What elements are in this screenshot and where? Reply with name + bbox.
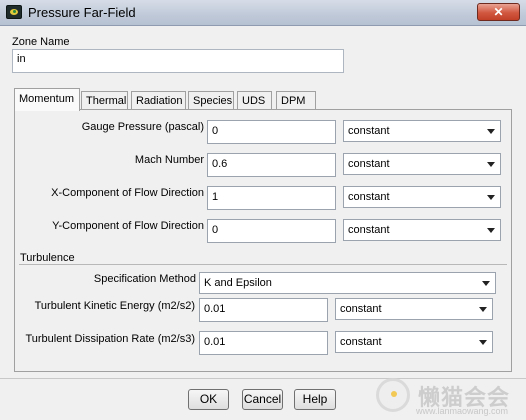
mach-number-label: Mach Number bbox=[134, 154, 204, 166]
y-component-label: Y-Component of Flow Direction bbox=[52, 220, 204, 232]
tdr-method-select[interactable]: constant bbox=[335, 331, 493, 353]
ok-button[interactable]: OK bbox=[188, 389, 229, 410]
app-icon bbox=[6, 5, 22, 19]
dropdown-arrow-icon bbox=[487, 195, 495, 200]
gauge-pressure-method-select[interactable]: constant bbox=[343, 120, 501, 142]
y-component-method-value: constant bbox=[348, 224, 390, 236]
gauge-pressure-method-value: constant bbox=[348, 125, 390, 137]
dropdown-arrow-icon bbox=[479, 307, 487, 312]
dropdown-arrow-icon bbox=[487, 228, 495, 233]
window-title: Pressure Far-Field bbox=[28, 5, 136, 20]
x-component-input[interactable]: 1 bbox=[207, 186, 336, 210]
title-bar: Pressure Far-Field ✕ bbox=[0, 0, 526, 26]
zone-name-input[interactable]: in bbox=[12, 49, 344, 73]
specification-method-value: K and Epsilon bbox=[204, 277, 272, 289]
tke-label: Turbulent Kinetic Energy (m2/s2) bbox=[34, 300, 195, 312]
gauge-pressure-input[interactable]: 0 bbox=[207, 120, 336, 144]
tdr-method-value: constant bbox=[340, 336, 382, 348]
tab-thermal[interactable]: Thermal bbox=[81, 91, 128, 110]
specification-method-label: Specification Method bbox=[93, 273, 196, 285]
turbulence-divider bbox=[19, 264, 507, 265]
cancel-button[interactable]: Cancel bbox=[242, 389, 283, 410]
tke-input[interactable]: 0.01 bbox=[199, 298, 328, 322]
y-component-method-select[interactable]: constant bbox=[343, 219, 501, 241]
zone-name-label: Zone Name bbox=[12, 36, 70, 48]
tke-method-select[interactable]: constant bbox=[335, 298, 493, 320]
tab-radiation[interactable]: Radiation bbox=[131, 91, 186, 110]
close-button[interactable]: ✕ bbox=[477, 3, 520, 21]
x-component-method-value: constant bbox=[348, 191, 390, 203]
watermark-url: www.lanmaowang.com bbox=[416, 406, 509, 416]
close-icon: ✕ bbox=[493, 5, 504, 19]
dropdown-arrow-icon bbox=[482, 281, 490, 286]
cat-logo-icon bbox=[376, 378, 410, 412]
turbulence-group-label: Turbulence bbox=[20, 252, 75, 264]
tke-method-value: constant bbox=[340, 303, 382, 315]
tab-species[interactable]: Species bbox=[188, 91, 234, 110]
x-component-label: X-Component of Flow Direction bbox=[51, 187, 204, 199]
x-component-method-select[interactable]: constant bbox=[343, 186, 501, 208]
mach-number-method-select[interactable]: constant bbox=[343, 153, 501, 175]
watermark: 懒猫会会 www.lanmaowang.com bbox=[372, 368, 522, 418]
tdr-label: Turbulent Dissipation Rate (m2/s3) bbox=[25, 333, 195, 345]
mach-number-input[interactable]: 0.6 bbox=[207, 153, 336, 177]
tab-momentum[interactable]: Momentum bbox=[14, 88, 80, 111]
y-component-input[interactable]: 0 bbox=[207, 219, 336, 243]
tab-dpm[interactable]: DPM bbox=[276, 91, 316, 110]
gauge-pressure-label: Gauge Pressure (pascal) bbox=[81, 121, 204, 133]
dropdown-arrow-icon bbox=[479, 340, 487, 345]
dropdown-arrow-icon bbox=[487, 129, 495, 134]
dropdown-arrow-icon bbox=[487, 162, 495, 167]
mach-number-method-value: constant bbox=[348, 158, 390, 170]
specification-method-select[interactable]: K and Epsilon bbox=[199, 272, 496, 294]
tdr-input[interactable]: 0.01 bbox=[199, 331, 328, 355]
tab-uds[interactable]: UDS bbox=[237, 91, 272, 110]
help-button[interactable]: Help bbox=[294, 389, 336, 410]
